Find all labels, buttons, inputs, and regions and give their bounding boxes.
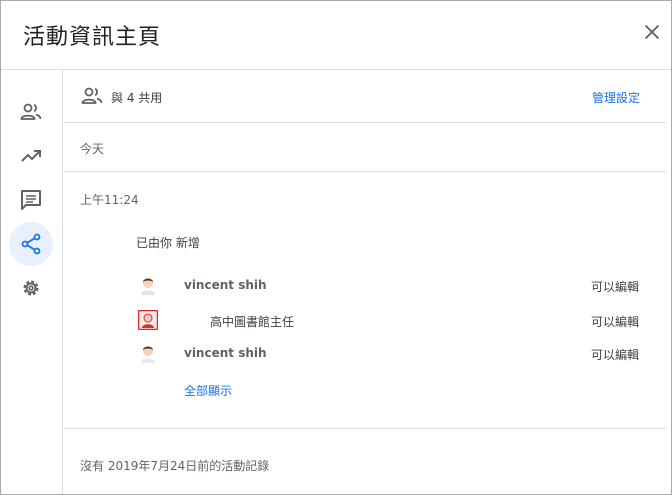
activity-description: 已由你 新增 [136, 236, 200, 250]
divider [64, 428, 667, 429]
no-earlier-activity-note: 沒有 2019年7月24日前的活動記錄 [80, 459, 270, 473]
nav-comments[interactable] [9, 178, 53, 222]
person-name: vincent shih [184, 346, 267, 360]
shared-with-text: 與 4 共用 [111, 91, 163, 105]
nav-viewers[interactable] [9, 90, 53, 134]
nav-sharing[interactable] [9, 222, 53, 266]
people-icon [20, 103, 42, 120]
avatar [138, 343, 158, 363]
activity-time: 上午11:24 [80, 193, 139, 207]
divider [64, 122, 667, 123]
person-avatar-icon [137, 309, 159, 331]
close-icon [644, 24, 660, 40]
trending-up-icon [21, 150, 41, 162]
nav-trends[interactable] [9, 134, 53, 178]
person-permission: 可以編輯 [591, 348, 640, 362]
manage-settings-link[interactable]: 管理設定 [592, 89, 640, 106]
person-avatar-icon [141, 278, 155, 295]
show-all-link[interactable]: 全部顯示 [184, 382, 232, 399]
people-icon [81, 87, 103, 104]
nav-settings[interactable] [9, 266, 53, 310]
avatar [138, 275, 158, 295]
person-name: vincent shih [184, 278, 267, 292]
close-button[interactable] [641, 21, 663, 43]
gear-icon [23, 280, 39, 296]
activity-dashboard-dialog: 活動資訊主頁 與 4 共用 管理設定 今天 上午11:24 已由你 新增 vin… [0, 0, 672, 495]
person-name: 高中圖書館主任 [210, 315, 295, 329]
person-avatar-icon [141, 346, 155, 363]
comment-icon [21, 190, 41, 210]
avatar [137, 309, 159, 331]
dialog-title: 活動資訊主頁 [23, 25, 162, 50]
share-icon [21, 233, 41, 255]
person-permission: 可以編輯 [591, 315, 640, 329]
divider [64, 171, 667, 172]
date-group-label: 今天 [80, 142, 105, 156]
sidebar [1, 70, 63, 494]
activity-panel: 與 4 共用 管理設定 今天 上午11:24 已由你 新增 vincent sh… [64, 70, 669, 494]
person-permission: 可以編輯 [591, 280, 640, 294]
